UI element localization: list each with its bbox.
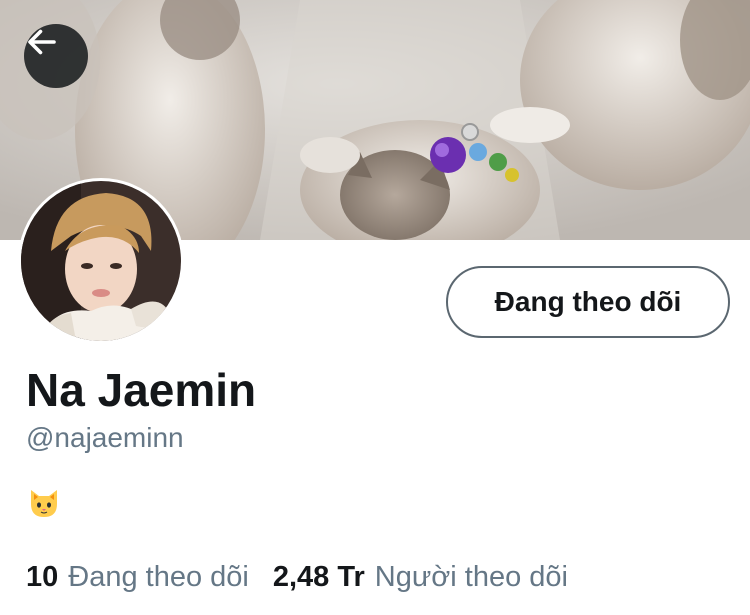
followers-count: 2,48 Tr — [272, 561, 365, 593]
followers-label: Người theo dõi — [374, 561, 568, 593]
following-label: Đang theo dõi — [68, 561, 249, 593]
cat-face-emoji — [31, 490, 57, 517]
profile-avatar[interactable] — [18, 178, 184, 344]
following-toggle-button[interactable]: Đang theo dõi — [446, 266, 730, 338]
profile-display-name: Na Jaemin — [26, 364, 257, 416]
following-stat[interactable]: 10 Đang theo dõi — [26, 558, 249, 596]
following-count: 10 — [26, 561, 59, 593]
profile-handle: @najaeminn — [26, 422, 184, 453]
profile-stats: 10 Đang theo dõi 2,48 Tr Người theo dõi — [26, 558, 568, 596]
back-button[interactable] — [24, 24, 88, 88]
avatar-photo — [21, 181, 181, 341]
arrow-left-icon — [28, 29, 56, 55]
followers-stat[interactable]: 2,48 Tr Người theo dõi — [273, 558, 568, 596]
